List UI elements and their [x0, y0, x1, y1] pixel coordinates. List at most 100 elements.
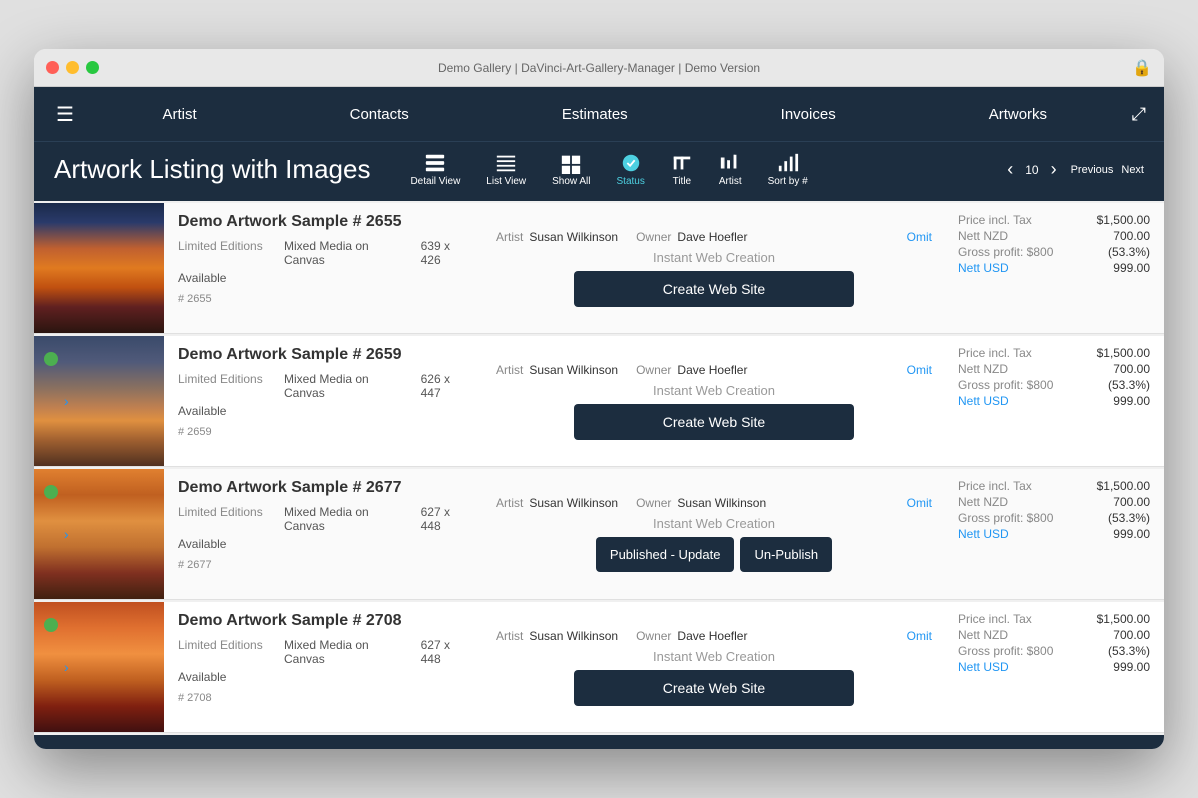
price-tax-value: $1,500.00 [1097, 346, 1150, 360]
nett-nzd-label: Nett NZD [958, 362, 1008, 376]
artwork-center: Artist Susan Wilkinson Owner Dave Hoefle… [484, 203, 944, 333]
nett-usd-value: 999.00 [1113, 394, 1150, 408]
maximize-button[interactable] [86, 61, 99, 74]
omit-link[interactable]: Omit [907, 629, 932, 643]
omit-link[interactable]: Omit [907, 363, 932, 377]
web-creation-label: Instant Web Creation [653, 649, 775, 664]
detail-view-btn[interactable]: Detail View [400, 148, 470, 191]
create-website-btn[interactable]: Create Web Site [574, 271, 854, 307]
artist-filter-btn[interactable]: Artist [709, 148, 752, 191]
artwork-num: # 2659 [178, 426, 470, 438]
owner-label: Owner [636, 629, 671, 643]
artwork-meta: Limited Editions Mixed Media on Canvas 6… [178, 505, 470, 533]
nav-estimates[interactable]: Estimates [546, 98, 644, 131]
nett-nzd-value: 700.00 [1113, 628, 1150, 642]
close-button[interactable] [46, 61, 59, 74]
type-value: Mixed Media on Canvas [284, 372, 405, 400]
show-all-btn[interactable]: Show All [542, 148, 600, 191]
type-label: Limited Editions [178, 505, 268, 533]
artist-label: Artist [496, 629, 523, 643]
dimensions: 627 x 448 [421, 505, 470, 533]
type-label: Limited Editions [178, 239, 268, 267]
dimensions: 626 x 447 [421, 372, 470, 400]
published-update-btn[interactable]: Published - Update [596, 537, 735, 572]
window-title: Demo Gallery | DaVinci-Art-Gallery-Manag… [438, 61, 760, 75]
toolbar: Artwork Listing with Images Detail View … [34, 141, 1164, 201]
artwork-right: Price incl. Tax $1,500.00 Nett NZD 700.0… [944, 203, 1164, 333]
nav-artist[interactable]: Artist [146, 98, 212, 131]
nav-items: Artist Contacts Estimates Invoices Artwo… [86, 98, 1124, 131]
nett-usd-row: Nett USD 999.00 [958, 527, 1150, 541]
artwork-num: # 2677 [178, 559, 470, 571]
price-tax-row: Price incl. Tax $1,500.00 [958, 612, 1150, 626]
artwork-right: Price incl. Tax $1,500.00 Nett NZD 700.0… [944, 602, 1164, 732]
unpublish-btn[interactable]: Un-Publish [740, 537, 832, 572]
artist-label: Artist [496, 230, 523, 244]
nett-nzd-row: Nett NZD 700.00 [958, 495, 1150, 509]
artwork-row: › Demo Artwork Sample # 2655 Limited Edi… [34, 203, 1164, 334]
nett-nzd-row: Nett NZD 700.00 [958, 362, 1150, 376]
gross-pct-value: (53.3%) [1108, 511, 1150, 525]
type-value: Mixed Media on Canvas [284, 505, 405, 533]
artist-label: Artist [496, 363, 523, 377]
nett-usd-label: Nett USD [958, 394, 1009, 408]
omit-link[interactable]: Omit [907, 496, 932, 510]
status-dot [44, 618, 58, 632]
artwork-meta: Limited Editions Mixed Media on Canvas 6… [178, 372, 470, 400]
price-tax-label: Price incl. Tax [958, 213, 1032, 227]
gross-pct-value: (53.3%) [1108, 644, 1150, 658]
owner-value: Susan Wilkinson [677, 496, 766, 510]
status-filter-btn[interactable]: Status [607, 148, 655, 191]
hamburger-menu[interactable]: ☰ [44, 102, 86, 127]
artwork-center: Artist Susan Wilkinson Owner Susan Wilki… [484, 469, 944, 599]
owner-value: Dave Hoefler [677, 230, 747, 244]
title-filter-btn[interactable]: Title [661, 148, 703, 191]
price-tax-row: Price incl. Tax $1,500.00 [958, 213, 1150, 227]
nett-nzd-label: Nett NZD [958, 628, 1008, 642]
gross-profit-label: Gross profit: $800 [958, 245, 1053, 259]
expand-arrow[interactable]: › [64, 526, 69, 542]
create-website-btn[interactable]: Create Web Site [574, 670, 854, 706]
artwork-title: Demo Artwork Sample # 2677 [178, 479, 470, 497]
nett-nzd-label: Nett NZD [958, 495, 1008, 509]
status-dot [44, 352, 58, 366]
expand-arrow[interactable]: › [64, 659, 69, 675]
previous-btn[interactable]: ‹ [1003, 155, 1017, 184]
artwork-status: Available [178, 404, 470, 418]
type-label: Limited Editions [178, 638, 268, 666]
owner-value: Dave Hoefler [677, 629, 747, 643]
lock-icon: 🔒 [1132, 58, 1152, 78]
owner-label: Owner [636, 496, 671, 510]
sortby-filter-btn[interactable]: Sort by # [758, 148, 818, 191]
next-btn[interactable]: › [1047, 155, 1061, 184]
nav-artworks[interactable]: Artworks [973, 98, 1063, 131]
price-tax-value: $1,500.00 [1097, 612, 1150, 626]
web-creation-label: Instant Web Creation [653, 516, 775, 531]
owner-value: Dave Hoefler [677, 363, 747, 377]
artwork-meta: Limited Editions Mixed Media on Canvas 6… [178, 638, 470, 666]
list-view-btn[interactable]: List View [476, 148, 536, 191]
nett-usd-value: 999.00 [1113, 261, 1150, 275]
price-tax-label: Price incl. Tax [958, 612, 1032, 626]
nav-bar: ☰ Artist Contacts Estimates Invoices Art… [34, 87, 1164, 141]
artwork-status: Available [178, 271, 470, 285]
gross-profit-label: Gross profit: $800 [958, 378, 1053, 392]
publish-buttons: Published - Update Un-Publish [596, 537, 832, 572]
nett-usd-label: Nett USD [958, 527, 1009, 541]
nett-usd-row: Nett USD 999.00 [958, 660, 1150, 674]
minimize-button[interactable] [66, 61, 79, 74]
nav-contacts[interactable]: Contacts [334, 98, 425, 131]
expand-arrow[interactable]: › [64, 393, 69, 409]
artwork-row: › Demo Artwork Sample # 2659 Limited Edi… [34, 336, 1164, 467]
artwork-center: Artist Susan Wilkinson Owner Dave Hoefle… [484, 602, 944, 732]
content-area: › Demo Artwork Sample # 2655 Limited Edi… [34, 201, 1164, 735]
nett-nzd-value: 700.00 [1113, 362, 1150, 376]
web-creation-label: Instant Web Creation [653, 383, 775, 398]
expand-icon[interactable]: ⤢ [1124, 104, 1154, 125]
nav-invoices[interactable]: Invoices [765, 98, 852, 131]
create-website-btn[interactable]: Create Web Site [574, 404, 854, 440]
gross-profit-label: Gross profit: $800 [958, 644, 1053, 658]
omit-link[interactable]: Omit [907, 230, 932, 244]
artwork-right: Price incl. Tax $1,500.00 Nett NZD 700.0… [944, 469, 1164, 599]
artwork-title: Demo Artwork Sample # 2708 [178, 612, 470, 630]
